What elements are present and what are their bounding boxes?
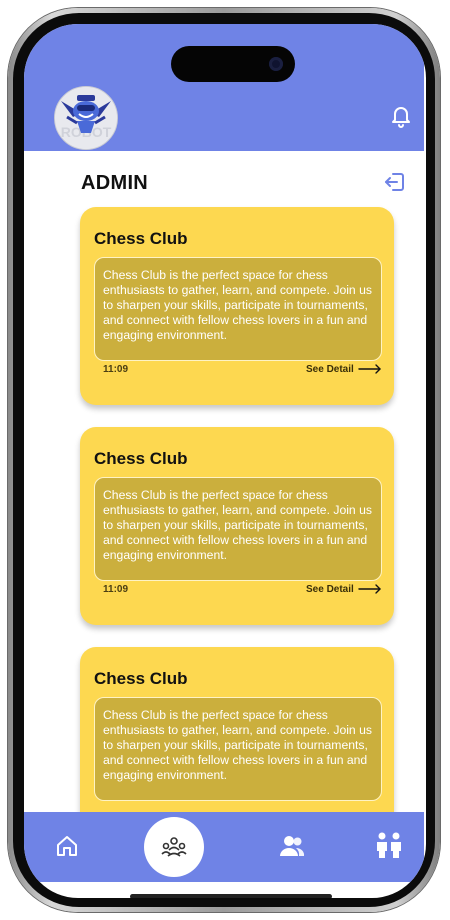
card-time: 11:09 <box>103 364 129 375</box>
card-description: Chess Club is the perfect space for ches… <box>94 257 382 361</box>
card-time: 11:09 <box>103 584 129 595</box>
people-icon[interactable] <box>375 831 403 859</box>
see-detail-link[interactable]: See Detail <box>306 361 382 377</box>
app-header: ROBOT <box>24 24 424 151</box>
club-card[interactable]: Chess Club Chess Club is the perfect spa… <box>80 427 394 625</box>
home-icon[interactable] <box>55 834 79 858</box>
club-card[interactable]: Chess Club Chess Club is the perfect spa… <box>80 207 394 405</box>
dynamic-island <box>171 46 295 82</box>
card-description: Chess Club is the perfect space for ches… <box>94 697 382 801</box>
see-detail-label: See Detail <box>306 583 354 595</box>
logout-icon[interactable] <box>383 170 407 194</box>
card-title: Chess Club <box>94 229 188 248</box>
card-title: Chess Club <box>94 449 188 468</box>
screen: ROBOT ADMIN <box>24 24 426 898</box>
robot-mascot-logo[interactable]: ROBOT <box>54 86 118 150</box>
arrow-right-icon <box>358 364 381 374</box>
community-icon[interactable] <box>144 817 204 877</box>
bottom-nav <box>24 812 424 882</box>
card-description: Chess Club is the perfect space for ches… <box>94 477 382 581</box>
see-detail-link[interactable]: See Detail <box>306 581 382 597</box>
home-indicator <box>130 894 332 898</box>
card-title: Chess Club <box>94 669 188 688</box>
see-detail-label: See Detail <box>306 363 354 375</box>
bell-icon[interactable] <box>389 104 413 128</box>
users-icon[interactable] <box>278 832 306 860</box>
front-camera <box>269 57 283 71</box>
page-title: ADMIN <box>81 172 149 194</box>
arrow-right-icon <box>358 584 381 594</box>
